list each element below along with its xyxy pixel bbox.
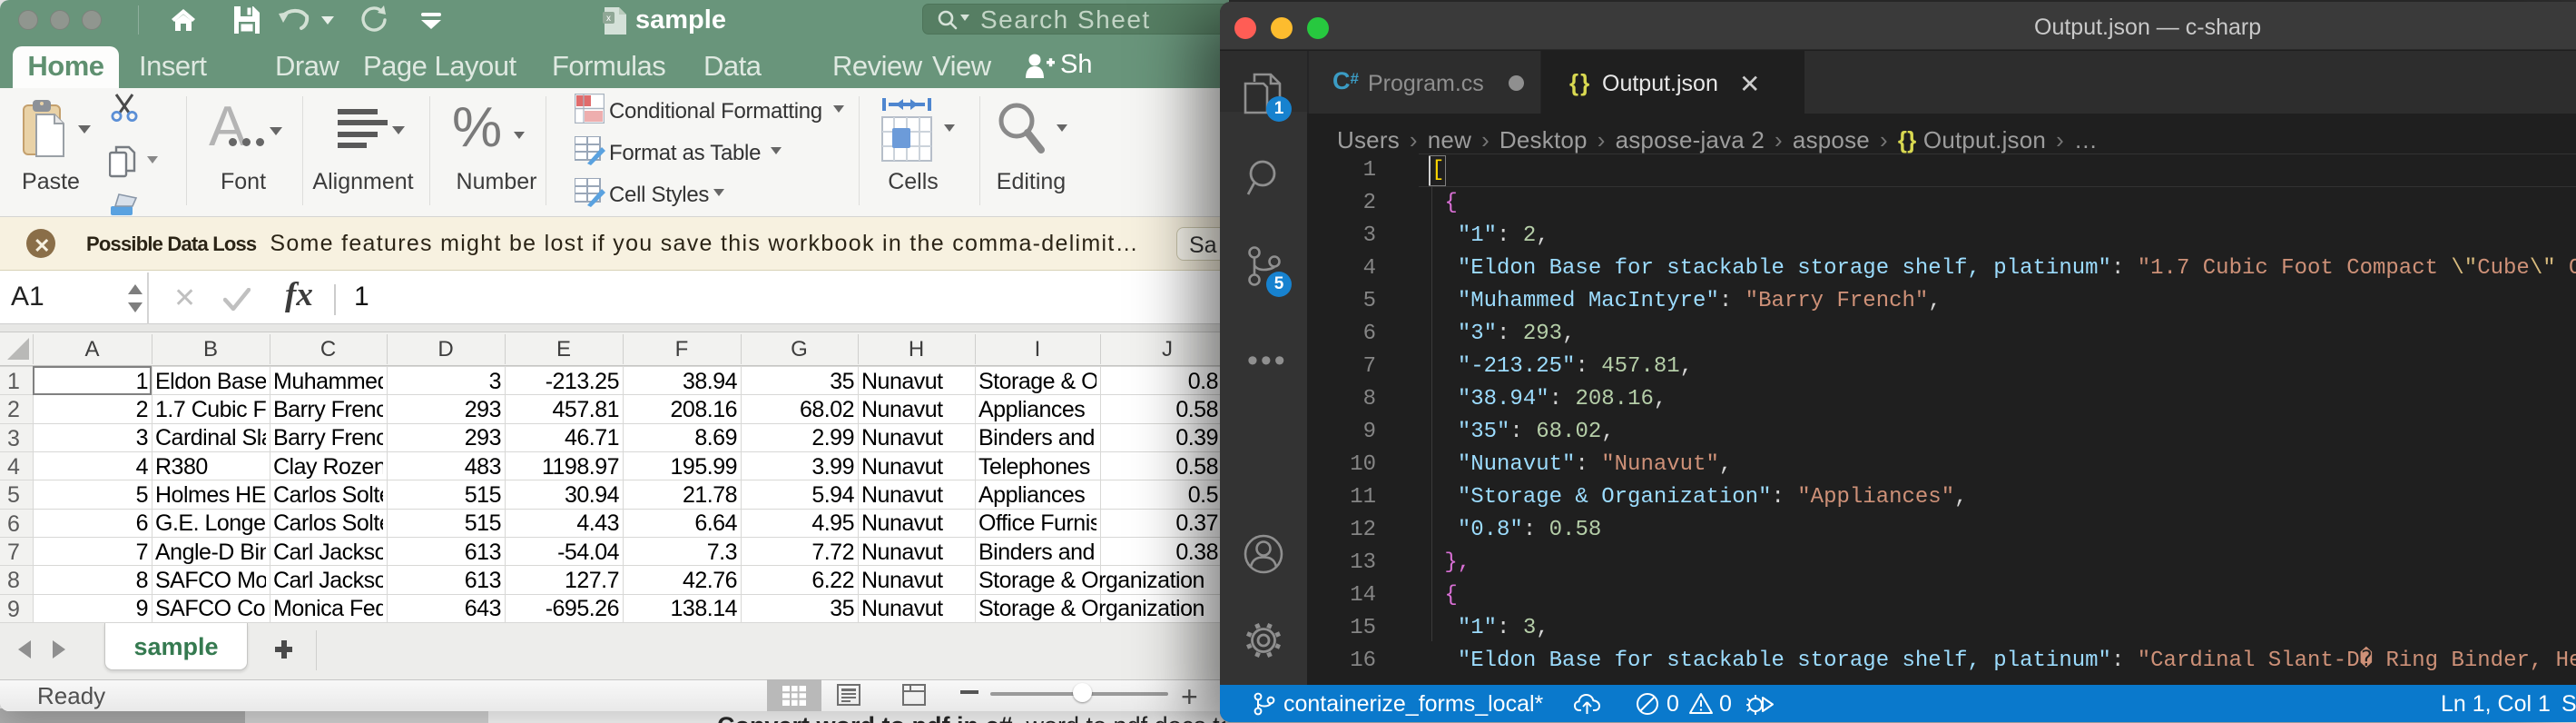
svg-text:x: x bbox=[606, 14, 611, 24]
